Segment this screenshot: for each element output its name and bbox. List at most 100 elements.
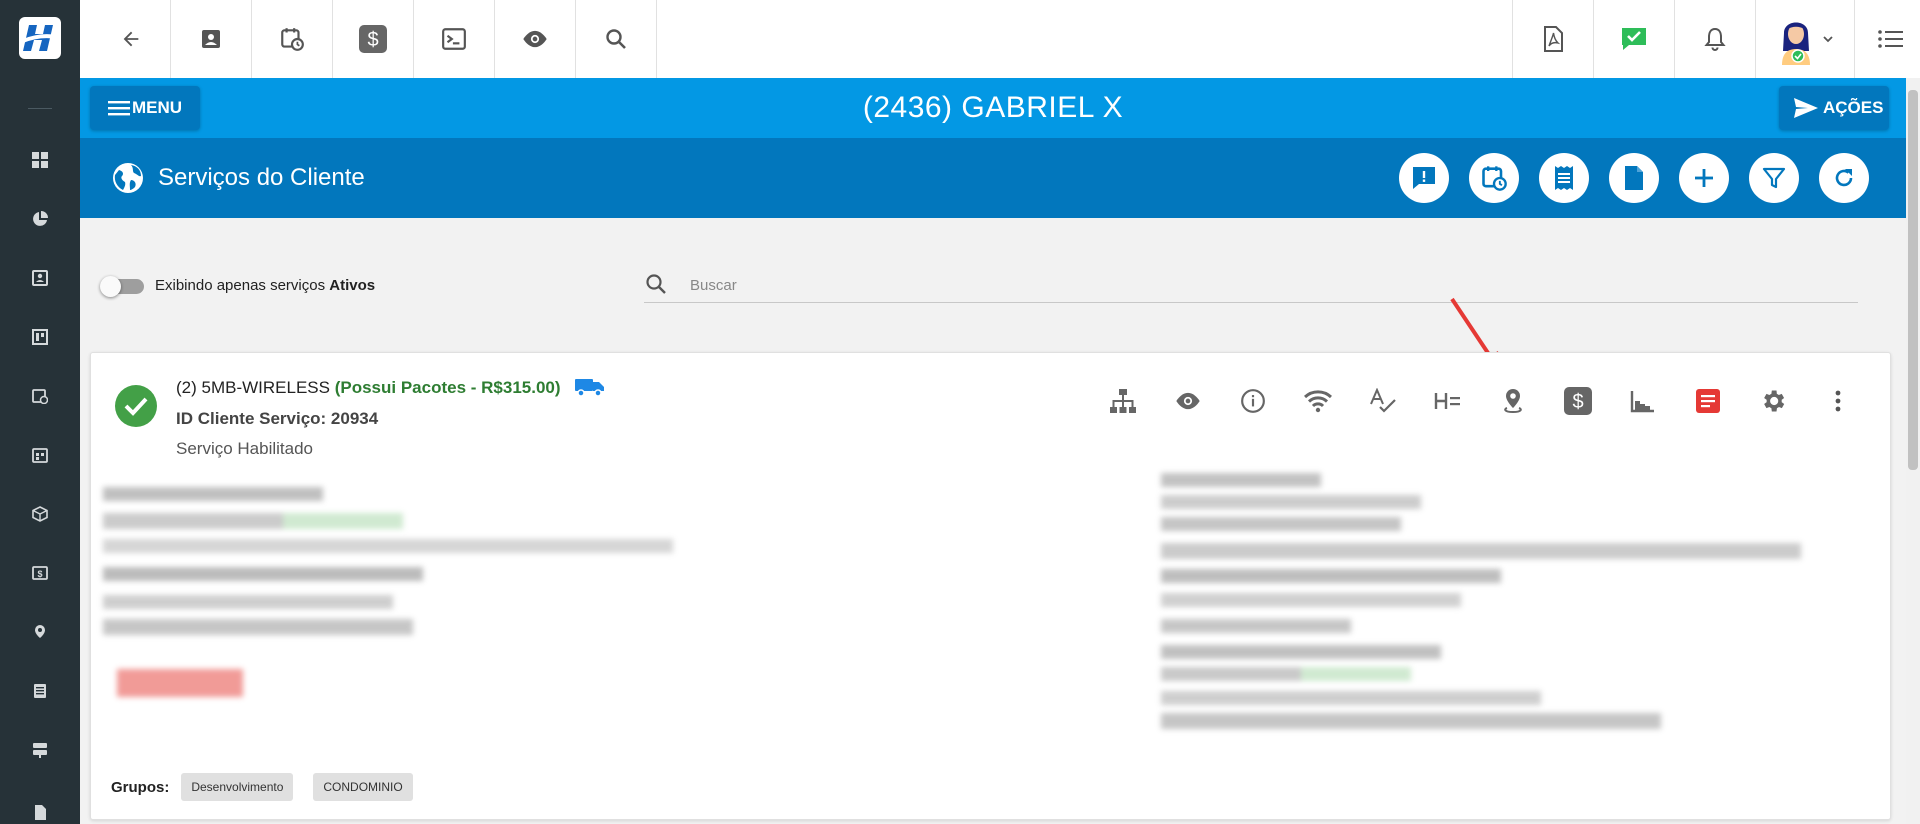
location-pin-icon bbox=[1504, 389, 1522, 414]
receipts-button[interactable] bbox=[1539, 153, 1589, 203]
document-icon bbox=[1625, 166, 1643, 190]
pie-chart-icon[interactable] bbox=[28, 207, 52, 231]
format-button[interactable] bbox=[1430, 383, 1466, 419]
scroll-thumb[interactable] bbox=[1908, 90, 1918, 470]
receipt-icon[interactable] bbox=[28, 679, 52, 703]
calendar-clock-icon bbox=[1482, 166, 1507, 191]
dollar-icon: $ bbox=[359, 25, 387, 53]
actions-label: AÇÕES bbox=[1823, 98, 1884, 117]
info-button[interactable] bbox=[1235, 383, 1271, 419]
group-chip[interactable]: CONDOMINIO bbox=[313, 773, 413, 801]
wifi-button[interactable] bbox=[1300, 383, 1336, 419]
settings-button[interactable] bbox=[1755, 383, 1791, 419]
search-icon bbox=[606, 29, 626, 49]
toggle-label: Exibindo apenas serviços Ativos bbox=[155, 277, 376, 294]
billing-button[interactable]: $ bbox=[1560, 383, 1596, 419]
location-button[interactable] bbox=[1495, 383, 1531, 419]
globe-icon bbox=[113, 163, 143, 193]
gear-icon bbox=[1764, 390, 1785, 412]
sidebar: $ bbox=[0, 0, 80, 824]
chat-check-icon bbox=[1622, 28, 1646, 50]
traffic-chart-button[interactable] bbox=[1625, 383, 1661, 419]
menu-label: MENU bbox=[132, 98, 183, 117]
schedule-circle-button[interactable] bbox=[1469, 153, 1519, 203]
calendar-grid-icon[interactable] bbox=[28, 443, 52, 467]
search-field bbox=[644, 268, 1858, 303]
calendar-clock-icon bbox=[281, 28, 304, 51]
format-icon bbox=[1434, 393, 1460, 409]
spellcheck-button[interactable] bbox=[1365, 383, 1401, 419]
view-button[interactable] bbox=[495, 0, 575, 78]
back-button[interactable] bbox=[90, 0, 172, 78]
documents-button[interactable] bbox=[1609, 153, 1659, 203]
eye-icon bbox=[523, 30, 547, 48]
filter-button[interactable] bbox=[1749, 153, 1799, 203]
bar-chart-icon bbox=[1630, 391, 1654, 413]
back-arrow-icon bbox=[123, 31, 139, 47]
financial-button[interactable]: $ bbox=[333, 0, 413, 78]
file-icon[interactable] bbox=[28, 800, 52, 824]
dollar-icon: $ bbox=[1564, 387, 1592, 415]
schedule-button[interactable] bbox=[252, 0, 332, 78]
contact-card-icon bbox=[202, 30, 220, 48]
client-title: (2436) GABRIEL X bbox=[862, 91, 1124, 124]
alerts-button[interactable] bbox=[1399, 153, 1449, 203]
contacts-button[interactable] bbox=[171, 0, 251, 78]
service-status: Serviço Habilitado bbox=[176, 439, 314, 458]
refresh-icon bbox=[1835, 169, 1853, 187]
chevron-down-icon bbox=[1823, 36, 1833, 43]
redacted-status-red bbox=[117, 669, 243, 697]
page-scrollbar[interactable] bbox=[1906, 78, 1920, 824]
refresh-button[interactable] bbox=[1819, 153, 1869, 203]
group-chip[interactable]: Desenvolvimento bbox=[181, 773, 294, 801]
groups-row: Grupos: Desenvolvimento CONDOMINIO bbox=[111, 773, 413, 801]
active-services-toggle[interactable] bbox=[100, 276, 144, 297]
search-button[interactable] bbox=[576, 0, 656, 78]
client-header-bar: (2436) GABRIEL X MENU AÇÕES bbox=[80, 78, 1906, 138]
list-icon bbox=[1878, 30, 1903, 48]
contact-card-icon[interactable] bbox=[28, 266, 52, 290]
contract-document-button[interactable] bbox=[1690, 383, 1726, 419]
toggle-label-bold: Ativos bbox=[329, 277, 376, 294]
terminal-button[interactable] bbox=[414, 0, 494, 78]
actions-button[interactable]: AÇÕES bbox=[1779, 86, 1889, 130]
status-check-icon bbox=[115, 385, 157, 427]
section-header: Serviços do Cliente bbox=[80, 138, 1906, 218]
filter-icon bbox=[1762, 167, 1786, 189]
service-id: ID Cliente Serviço: 20934 bbox=[176, 409, 379, 428]
svg-text:$: $ bbox=[1572, 391, 1583, 413]
dashboard-icon[interactable] bbox=[28, 148, 52, 172]
network-tree-button[interactable] bbox=[1105, 383, 1141, 419]
search-input[interactable] bbox=[688, 268, 1852, 302]
menu-button[interactable]: MENU bbox=[90, 86, 200, 130]
info-icon bbox=[1241, 389, 1265, 413]
view-service-button[interactable] bbox=[1170, 383, 1206, 419]
app-logo[interactable] bbox=[19, 17, 61, 59]
box-icon[interactable] bbox=[28, 502, 52, 526]
location-pin-icon[interactable] bbox=[28, 620, 52, 644]
add-service-button[interactable] bbox=[1679, 153, 1729, 203]
hamburger-icon bbox=[108, 101, 130, 116]
service-name: (2) 5MB-WIRELESS bbox=[176, 378, 330, 397]
sidebar-divider bbox=[28, 108, 52, 109]
notifications-button[interactable] bbox=[1675, 0, 1755, 78]
board-icon[interactable] bbox=[28, 325, 52, 349]
spellcheck-icon bbox=[1370, 388, 1396, 413]
dollar-icon[interactable]: $ bbox=[28, 561, 52, 585]
more-vert-button[interactable] bbox=[1820, 383, 1856, 419]
svg-text:$: $ bbox=[37, 569, 42, 579]
bell-icon bbox=[1704, 27, 1726, 51]
user-menu[interactable] bbox=[1756, 0, 1854, 78]
service-package: (Possui Pacotes - R$315.00) bbox=[334, 378, 561, 397]
calendar-clock-icon[interactable] bbox=[28, 384, 52, 408]
truck-icon[interactable] bbox=[575, 377, 605, 397]
server-icon[interactable] bbox=[28, 738, 52, 762]
svg-text:$: $ bbox=[367, 29, 378, 51]
add-icon bbox=[1695, 169, 1713, 187]
tickets-button[interactable] bbox=[1594, 0, 1674, 78]
more-options-button[interactable] bbox=[1855, 0, 1920, 78]
section-title: Serviços do Cliente bbox=[158, 164, 365, 191]
terminal-icon bbox=[442, 28, 466, 50]
pdf-button[interactable] bbox=[1513, 0, 1593, 78]
more-vert-icon bbox=[1835, 390, 1841, 412]
